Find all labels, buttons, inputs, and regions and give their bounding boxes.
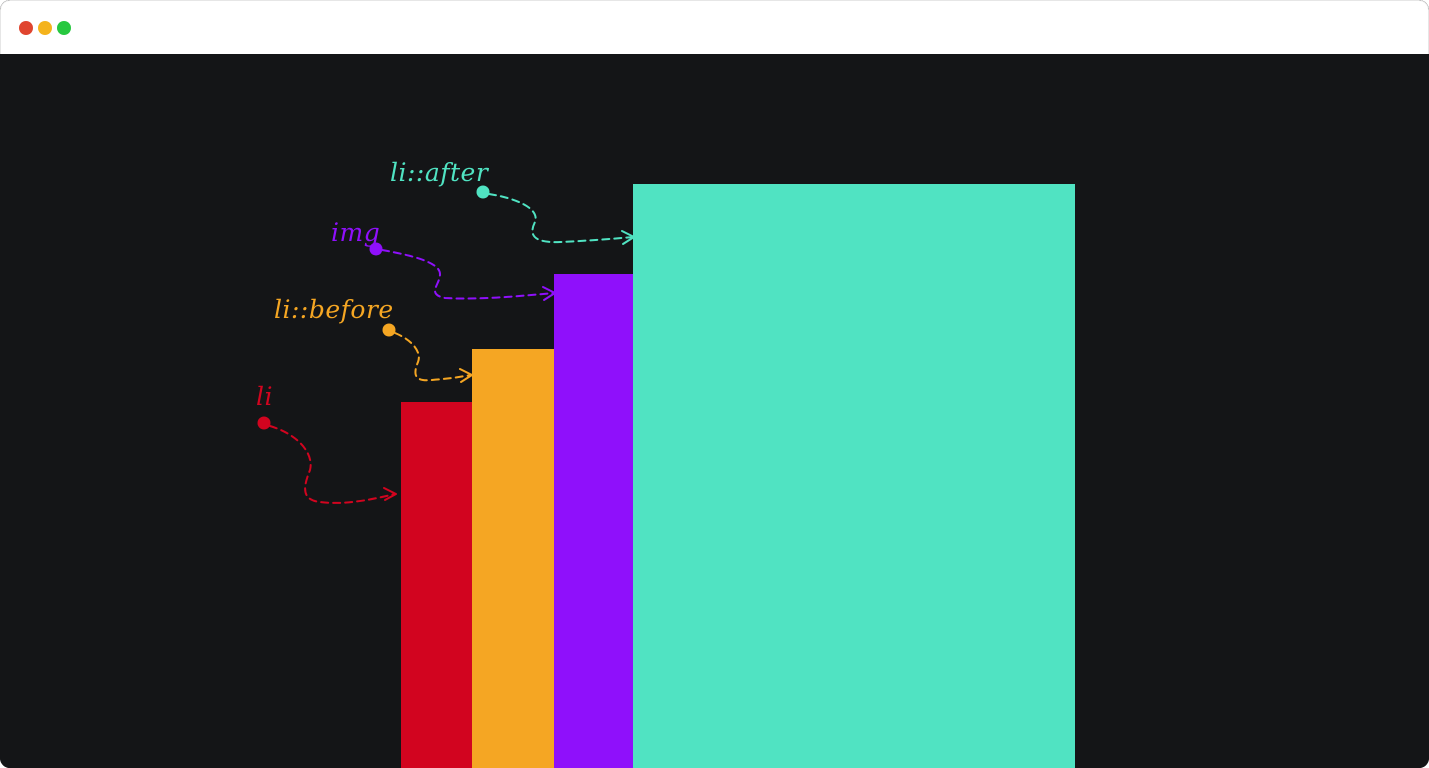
li-before-label: li::before: [274, 295, 394, 324]
maximize-window-button[interactable]: [57, 21, 71, 35]
img-element-block: [554, 274, 633, 768]
diagram-canvas: [0, 54, 1429, 768]
browser-window: li li::before img li::after: [0, 0, 1429, 768]
window-titlebar: [0, 0, 1429, 54]
img-label: img: [331, 218, 381, 247]
minimize-window-button[interactable]: [38, 21, 52, 35]
li-element-block: [401, 402, 472, 768]
li-before-pseudo-element-block: [472, 349, 554, 768]
li-after-label: li::after: [390, 158, 489, 187]
close-window-button[interactable]: [19, 21, 33, 35]
li-label: li: [256, 382, 273, 411]
li-after-pseudo-element-block: [633, 184, 1075, 768]
